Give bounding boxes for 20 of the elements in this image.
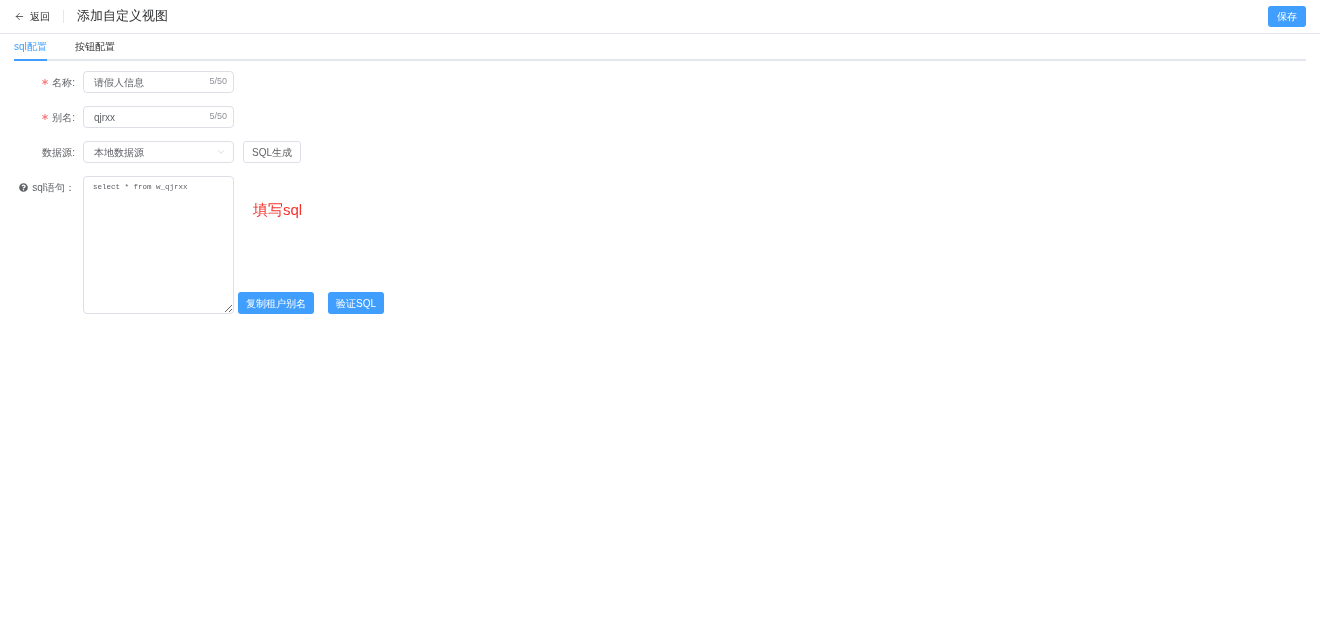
text-input[interactable]: qjrxx 5/50	[83, 106, 234, 128]
input-value: 请假人信息	[94, 75, 144, 90]
back-arrow-icon	[14, 11, 25, 22]
character-count: 5/50	[209, 75, 227, 89]
field-label: 数据源:	[42, 145, 75, 160]
select-field[interactable]: 本地数据源	[83, 141, 234, 163]
select-value: 本地数据源	[94, 145, 144, 160]
character-count: 5/50	[209, 110, 227, 124]
chevron-down-icon	[216, 147, 226, 157]
field-label: 别名:	[52, 110, 75, 125]
annotation-text: 填写sql	[253, 201, 304, 219]
field-label: sql语句：	[32, 180, 75, 195]
tab[interactable]: 按钮配置	[74, 34, 115, 61]
field-label: 名称:	[52, 75, 75, 90]
help-icon[interactable]	[19, 182, 29, 192]
page-title: 添加自定义视图	[77, 8, 168, 26]
text-input[interactable]: 请假人信息 5/50	[83, 71, 234, 93]
input-value: qjrxx	[94, 110, 116, 125]
generate-sql-button[interactable]: SQL生成	[243, 141, 301, 163]
back-button[interactable]: 返回	[14, 9, 50, 24]
